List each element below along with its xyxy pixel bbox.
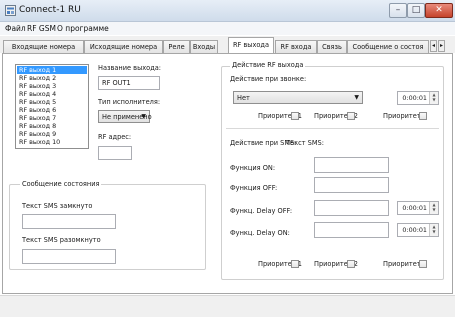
close-button[interactable]: ✕ — [425, 3, 453, 18]
delay-off-label: Функц. Delay OFF: — [230, 207, 293, 215]
delay-on-label: Функц. Delay ON: — [230, 229, 290, 237]
rf-address-field[interactable] — [98, 146, 132, 160]
delay-off-field[interactable] — [314, 200, 389, 216]
list-item[interactable]: RF выход 6 — [17, 106, 87, 114]
function-off-label: Функция OFF: — [230, 184, 278, 192]
status-bar — [0, 295, 455, 317]
minimize-button[interactable]: – — [389, 3, 407, 18]
spinner-arrows-icon[interactable]: ▲ ▼ — [429, 202, 438, 214]
executor-type-select[interactable]: Не применено ▼ — [98, 110, 152, 123]
rf-actions-title: Действие RF выхода — [230, 61, 306, 69]
on-call-priority-1-checkbox[interactable] — [291, 112, 299, 120]
maximize-button[interactable]: □ — [407, 3, 425, 18]
tab-outgoing-numbers[interactable]: Исходящие номера — [84, 40, 163, 53]
delay-off-time-spinner[interactable]: 0:00:01 ▲ ▼ — [397, 201, 439, 215]
list-item[interactable]: RF выход 7 — [17, 114, 87, 122]
chevron-down-icon: ▼ — [141, 113, 146, 120]
on-call-label: Действие при звонке: — [230, 75, 307, 83]
spinner-arrows-icon[interactable]: ▲ ▼ — [429, 92, 438, 104]
menu-file[interactable]: Файл — [5, 22, 26, 35]
tab-inputs[interactable]: Входы — [190, 40, 218, 53]
on-call-action-value: Нет — [237, 94, 250, 102]
function-on-field[interactable] — [314, 157, 389, 173]
sms-text-label: Текст SMS: — [286, 139, 324, 147]
sms-closed-field[interactable] — [22, 214, 116, 229]
rf-output-list[interactable]: RF выход 1 RF выход 2 RF выход 3 RF выхо… — [15, 64, 89, 149]
sms-open-label: Текст SMS разомкнуто — [22, 236, 101, 244]
output-name-label: Название выхода: — [98, 64, 162, 72]
output-name-field[interactable]: RF OUT1 — [98, 76, 160, 90]
list-item[interactable]: RF выход 4 — [17, 90, 87, 98]
on-call-time-spinner[interactable]: 0:00:01 ▲ ▼ — [397, 91, 439, 105]
sms-priority-1-checkbox[interactable] — [291, 260, 299, 268]
on-call-time-value: 0:00:01 — [402, 94, 427, 102]
list-item[interactable]: RF выход 1 — [17, 66, 87, 74]
delay-on-time-spinner[interactable]: 0:00:01 ▲ ▼ — [397, 223, 439, 237]
list-item[interactable]: RF выход 2 — [17, 74, 87, 82]
sms-priority-2-checkbox[interactable] — [347, 260, 355, 268]
function-off-field[interactable] — [314, 177, 389, 193]
tab-rf-outputs[interactable]: RF выхода — [228, 37, 274, 53]
on-call-action-select[interactable]: Нет ▼ — [233, 91, 363, 104]
tab-rf-inputs[interactable]: RF входа — [275, 40, 317, 53]
window-title: Connect-1 RU — [19, 5, 81, 15]
list-item[interactable]: RF выход 8 — [17, 122, 87, 130]
list-item[interactable]: RF выход 10 — [17, 138, 87, 146]
title-bar: Connect-1 RU – □ ✕ — [0, 0, 455, 22]
tab-incoming-numbers[interactable]: Входящие номера — [3, 40, 84, 53]
delay-on-time-value: 0:00:01 — [402, 226, 427, 234]
tab-strip: Входящие номера Исходящие номера Реле Вх… — [0, 36, 455, 53]
list-item[interactable]: RF выход 9 — [17, 130, 87, 138]
executor-type-label: Тип исполнителя: — [98, 98, 161, 106]
menu-rf-gsm[interactable]: RF GSM — [27, 22, 56, 35]
app-icon — [5, 5, 16, 16]
section-divider — [226, 128, 439, 129]
spinner-arrows-icon[interactable]: ▲ ▼ — [429, 224, 438, 236]
list-item[interactable]: RF выход 5 — [17, 98, 87, 106]
sms-open-field[interactable] — [22, 249, 116, 264]
chevron-down-icon: ▼ — [354, 94, 359, 101]
rf-address-label: RF адрес: — [98, 133, 132, 141]
sms-closed-label: Текст SMS замкнуто — [22, 202, 93, 210]
tab-connection[interactable]: Связь — [317, 40, 347, 53]
menu-bar: Файл RF GSM О программе — [0, 22, 455, 35]
sms-priority-3-checkbox[interactable] — [419, 260, 427, 268]
tab-relay[interactable]: Реле — [163, 40, 190, 53]
list-item[interactable]: RF выход 3 — [17, 82, 87, 90]
tab-scroll-left-icon[interactable]: ◂ — [430, 40, 437, 52]
tab-state-message[interactable]: Сообщение о состоя — [347, 40, 429, 53]
tab-scroll-right-icon[interactable]: ▸ — [438, 40, 445, 52]
state-message-title: Сообщение состояния — [20, 180, 102, 188]
menu-about[interactable]: О программе — [57, 22, 109, 35]
function-on-label: Функция ON: — [230, 164, 276, 172]
on-call-priority-3-checkbox[interactable] — [419, 112, 427, 120]
on-call-priority-2-checkbox[interactable] — [347, 112, 355, 120]
delay-on-field[interactable] — [314, 222, 389, 238]
delay-off-time-value: 0:00:01 — [402, 204, 427, 212]
